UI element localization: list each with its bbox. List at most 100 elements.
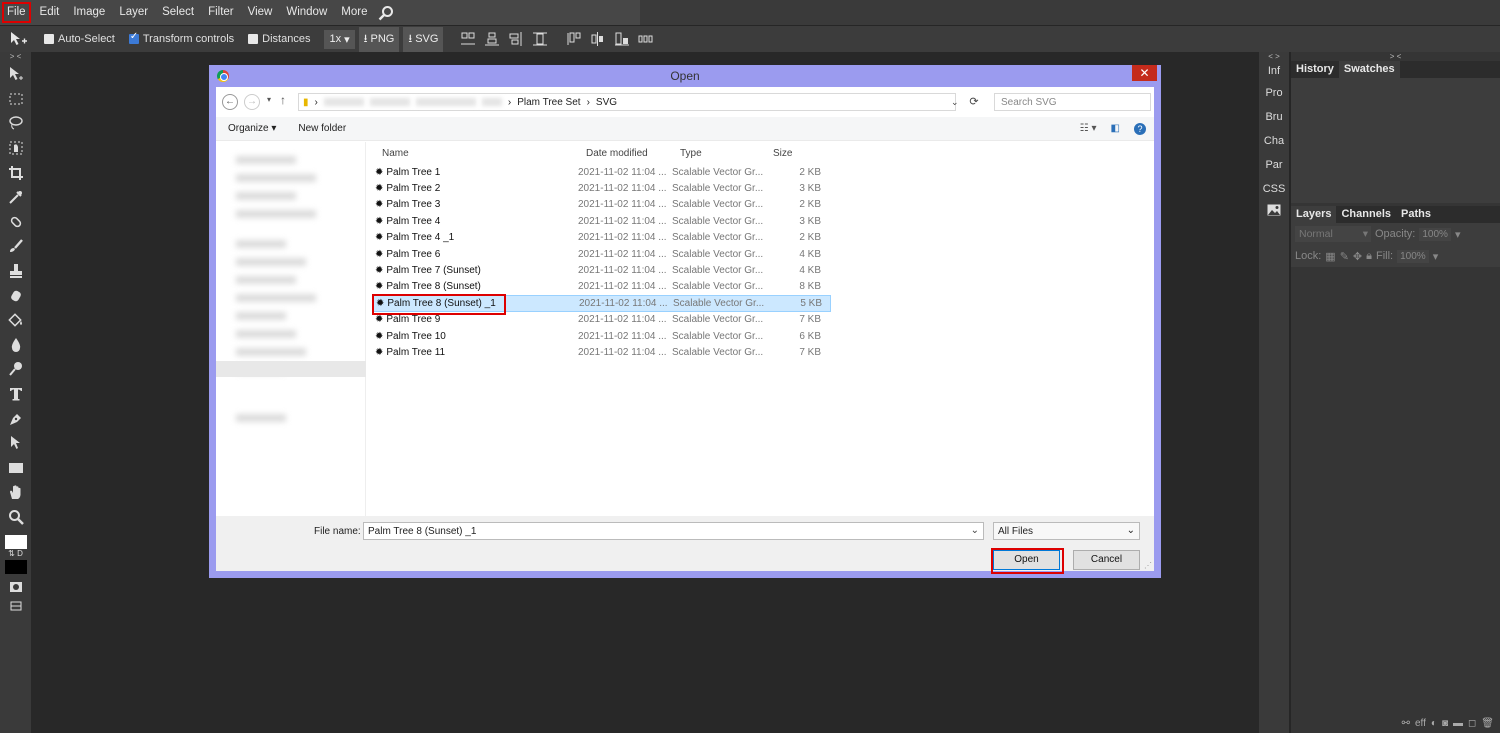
layer-effects-button[interactable]: eff	[1415, 718, 1426, 729]
file-row[interactable]: ✹ Palm Tree 4 _1 2021-11-02 11:04 ... Scala…	[373, 230, 831, 246]
column-header-type[interactable]: Type	[680, 148, 773, 159]
file-row[interactable]: ✹ Palm Tree 8 (Sunset) 2021-11-02 11:04 ..…	[373, 279, 831, 295]
dodge-tool-icon[interactable]	[0, 357, 31, 382]
menu-image[interactable]: Image	[66, 0, 112, 25]
mini-panel-brush[interactable]: Bru	[1259, 105, 1289, 129]
align-bottom-icon[interactable]	[613, 31, 631, 47]
menu-select[interactable]: Select	[155, 0, 201, 25]
nav-item[interactable]	[236, 192, 296, 200]
blend-mode-select[interactable]: Normal	[1295, 226, 1371, 242]
search-input[interactable]: Search SVG	[994, 93, 1151, 111]
chevron-down-icon[interactable]: ⌄	[971, 525, 979, 536]
recent-chevron-icon[interactable]: ▾	[267, 95, 271, 104]
tab-layers[interactable]: Layers	[1291, 206, 1337, 223]
file-row[interactable]: ✹ Palm Tree 7 (Sunset) 2021-11-02 11:04 ..…	[373, 262, 831, 278]
align-left-icon[interactable]	[459, 31, 477, 47]
fill-input[interactable]: 100%	[1397, 249, 1429, 263]
path-segment[interactable]: SVG	[596, 97, 617, 108]
file-row[interactable]: ✹ Palm Tree 6 2021-11-02 11:04 ... Scalable…	[373, 246, 831, 262]
nav-item[interactable]	[236, 258, 306, 266]
address-path[interactable]: ▮ › › Plam Tree Set › SVG	[298, 93, 956, 111]
file-row[interactable]: ✹ Palm Tree 2 2021-11-02 11:04 ... Scalable…	[373, 180, 831, 196]
export-png-button[interactable]: ⭳ PNG	[358, 26, 400, 52]
menu-more[interactable]: More	[334, 0, 374, 25]
menu-filter[interactable]: Filter	[201, 0, 241, 25]
file-row[interactable]: ✹ Palm Tree 10 2021-11-02 11:04 ... Scalabl…	[373, 328, 831, 344]
resize-grip-icon[interactable]: ⋰	[1144, 561, 1152, 570]
file-row[interactable]: ✹ Palm Tree 8 (Sunset) _1 2021-11-02 11:04…	[372, 294, 831, 316]
lock-all-icon[interactable]: 🔒︎	[1366, 250, 1372, 263]
file-type-select[interactable]: All Files ⌄	[993, 522, 1140, 540]
layer-mask-icon[interactable]: ◙	[1442, 718, 1448, 729]
search-icon[interactable]	[374, 0, 398, 25]
eyedropper-tool-icon[interactable]	[0, 185, 31, 210]
pen-tool-icon[interactable]	[0, 406, 31, 431]
menu-edit[interactable]: Edit	[33, 0, 67, 25]
collapse-toggle-icon[interactable]: > <	[0, 52, 31, 62]
menu-layer[interactable]: Layer	[112, 0, 155, 25]
dialog-titlebar[interactable]: Open ✕	[209, 65, 1161, 87]
expand-toggle-icon[interactable]: < >	[1259, 52, 1289, 61]
file-row[interactable]: ✹ Palm Tree 11 2021-11-02 11:04 ... Scalabl…	[373, 344, 831, 360]
image-icon[interactable]	[1259, 201, 1289, 225]
transform-controls-checkbox[interactable]: Transform controls	[128, 31, 234, 45]
mini-panel-info[interactable]: Inf	[1259, 61, 1289, 81]
cancel-button[interactable]: Cancel	[1073, 550, 1140, 570]
file-row[interactable]: ✹ Palm Tree 1 2021-11-02 11:04 ... Scalable…	[373, 164, 831, 180]
lock-move-icon[interactable]: ✥	[1353, 250, 1362, 263]
quick-mask-icon[interactable]	[0, 574, 31, 599]
align-right-icon[interactable]	[507, 31, 525, 47]
refresh-icon[interactable]: ⟳	[964, 93, 984, 111]
organize-button[interactable]: Organize ▾	[222, 123, 282, 134]
move-tool-icon[interactable]	[0, 62, 31, 87]
clone-stamp-tool-icon[interactable]	[0, 259, 31, 284]
nav-item[interactable]	[236, 294, 316, 302]
file-row[interactable]: ✹ Palm Tree 4 2021-11-02 11:04 ... Scalable…	[373, 213, 831, 229]
nav-item[interactable]	[236, 414, 286, 422]
forward-arrow-icon[interactable]: →	[244, 94, 260, 110]
open-button[interactable]: Open	[993, 550, 1060, 570]
lock-paint-icon[interactable]: ✎	[1340, 250, 1349, 263]
zoom-tool-icon[interactable]	[0, 505, 31, 530]
background-color-swatch[interactable]	[4, 560, 27, 575]
nav-item[interactable]	[236, 276, 296, 284]
adjustment-layer-icon[interactable]: ◐	[1431, 718, 1437, 729]
mini-panel-paragraph[interactable]: Par	[1259, 153, 1289, 177]
align-vcenter-icon[interactable]	[589, 31, 607, 47]
rectangle-tool-icon[interactable]	[0, 456, 31, 481]
swap-colors-icon[interactable]: ⇅ D	[0, 549, 31, 558]
align-top-icon[interactable]	[565, 31, 583, 47]
mini-panel-css[interactable]: CSS	[1259, 177, 1289, 201]
align-center-icon[interactable]	[483, 31, 501, 47]
chevron-down-icon[interactable]: ▾	[1433, 250, 1439, 263]
quick-select-tool-icon[interactable]	[0, 136, 31, 161]
nav-item[interactable]	[236, 312, 286, 320]
new-group-icon[interactable]: ▬	[1453, 718, 1463, 729]
mini-panel-properties[interactable]: Pro	[1259, 81, 1289, 105]
help-icon[interactable]: ?	[1134, 122, 1146, 135]
foreground-color-swatch[interactable]	[4, 535, 27, 550]
blur-tool-icon[interactable]	[0, 333, 31, 358]
nav-item[interactable]	[236, 330, 296, 338]
column-header-date[interactable]: Date modified	[586, 148, 680, 159]
link-layers-icon[interactable]: ⚯	[1402, 718, 1410, 729]
tab-paths[interactable]: Paths	[1396, 206, 1436, 223]
back-arrow-icon[interactable]: ←	[222, 94, 238, 110]
opacity-input[interactable]: 100%	[1419, 227, 1451, 241]
view-options-icon[interactable]: ☷ ▾	[1080, 123, 1097, 134]
collapse-toggle-icon[interactable]: > <	[1291, 52, 1500, 61]
marquee-tool-icon[interactable]	[0, 87, 31, 112]
tab-swatches[interactable]: Swatches	[1338, 61, 1400, 78]
file-row[interactable]: ✹ Palm Tree 3 2021-11-02 11:04 ... Scalable…	[373, 197, 831, 213]
navigation-pane[interactable]	[216, 142, 366, 516]
menu-view[interactable]: View	[241, 0, 280, 25]
eraser-tool-icon[interactable]	[0, 283, 31, 308]
nav-item-selected[interactable]	[216, 361, 366, 377]
menu-window[interactable]: Window	[279, 0, 334, 25]
distances-checkbox[interactable]: Distances	[248, 33, 310, 45]
nav-item[interactable]	[236, 240, 286, 248]
lasso-tool-icon[interactable]	[0, 111, 31, 136]
chevron-down-icon[interactable]: ⌄	[951, 93, 963, 111]
tab-channels[interactable]: Channels	[1336, 206, 1396, 223]
nav-item[interactable]	[236, 348, 306, 356]
